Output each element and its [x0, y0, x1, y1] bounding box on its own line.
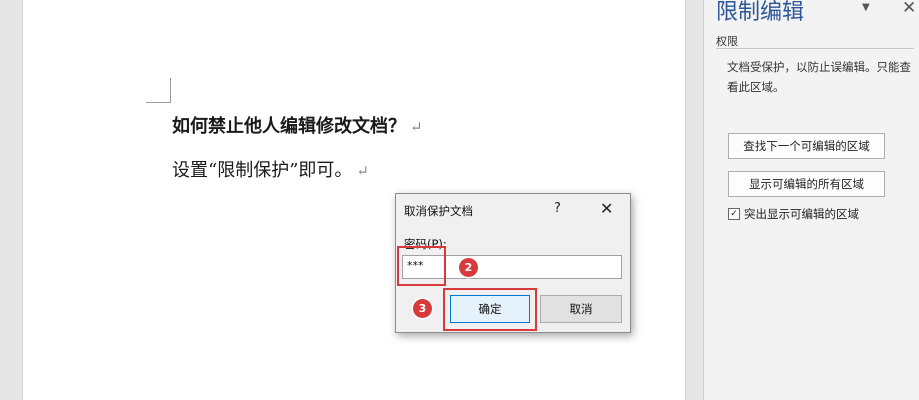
dialog-title: 取消保护文档	[404, 204, 473, 218]
doc-line-answer[interactable]: 设置“限制保护”即可。 ↵	[172, 156, 369, 182]
ok-highlight-box	[443, 288, 537, 331]
chevron-down-icon[interactable]: ▼	[862, 2, 870, 13]
show-all-regions-button[interactable]: 显示可编辑的所有区域	[728, 171, 885, 197]
password-highlight-box	[397, 246, 446, 286]
paragraph-mark-icon: ↵	[410, 118, 423, 136]
close-icon[interactable]: ✕	[902, 0, 916, 18]
unprotect-document-dialog: 取消保护文档 ? ✕ 密码(P): *** 2 确定 3 取消	[395, 193, 631, 333]
cancel-button[interactable]: 取消	[540, 295, 622, 323]
highlight-regions-option[interactable]: ✓ 突出显示可编辑的区域	[728, 206, 859, 222]
close-icon[interactable]: ✕	[600, 199, 613, 218]
find-next-region-button[interactable]: 查找下一个可编辑的区域	[728, 133, 885, 159]
protection-description: 文档受保护，以防止误编辑。只能查看此区域。	[727, 60, 911, 94]
highlight-regions-checkbox[interactable]: ✓	[728, 208, 740, 220]
restrict-editing-pane: 限制编辑 ▼ ✕ 权限 文档受保护，以防止误编辑。只能查看此区域。 查找下一个可…	[703, 0, 919, 400]
section-divider	[716, 48, 914, 49]
pane-title: 限制编辑	[716, 0, 805, 25]
margin-corner-mark	[146, 78, 171, 103]
doc-line-question-text: 如何禁止他人编辑修改文档？	[172, 116, 406, 137]
doc-line-question[interactable]: 如何禁止他人编辑修改文档？ ↵	[172, 112, 423, 138]
help-icon[interactable]: ?	[554, 201, 561, 216]
step-3-badge: 3	[413, 299, 432, 318]
permissions-label: 权限	[716, 35, 738, 48]
doc-line-answer-text: 设置“限制保护”即可。	[172, 160, 353, 181]
highlight-regions-label: 突出显示可编辑的区域	[744, 207, 859, 221]
paragraph-mark-icon: ↵	[356, 162, 369, 180]
step-2-badge: 2	[459, 258, 478, 277]
